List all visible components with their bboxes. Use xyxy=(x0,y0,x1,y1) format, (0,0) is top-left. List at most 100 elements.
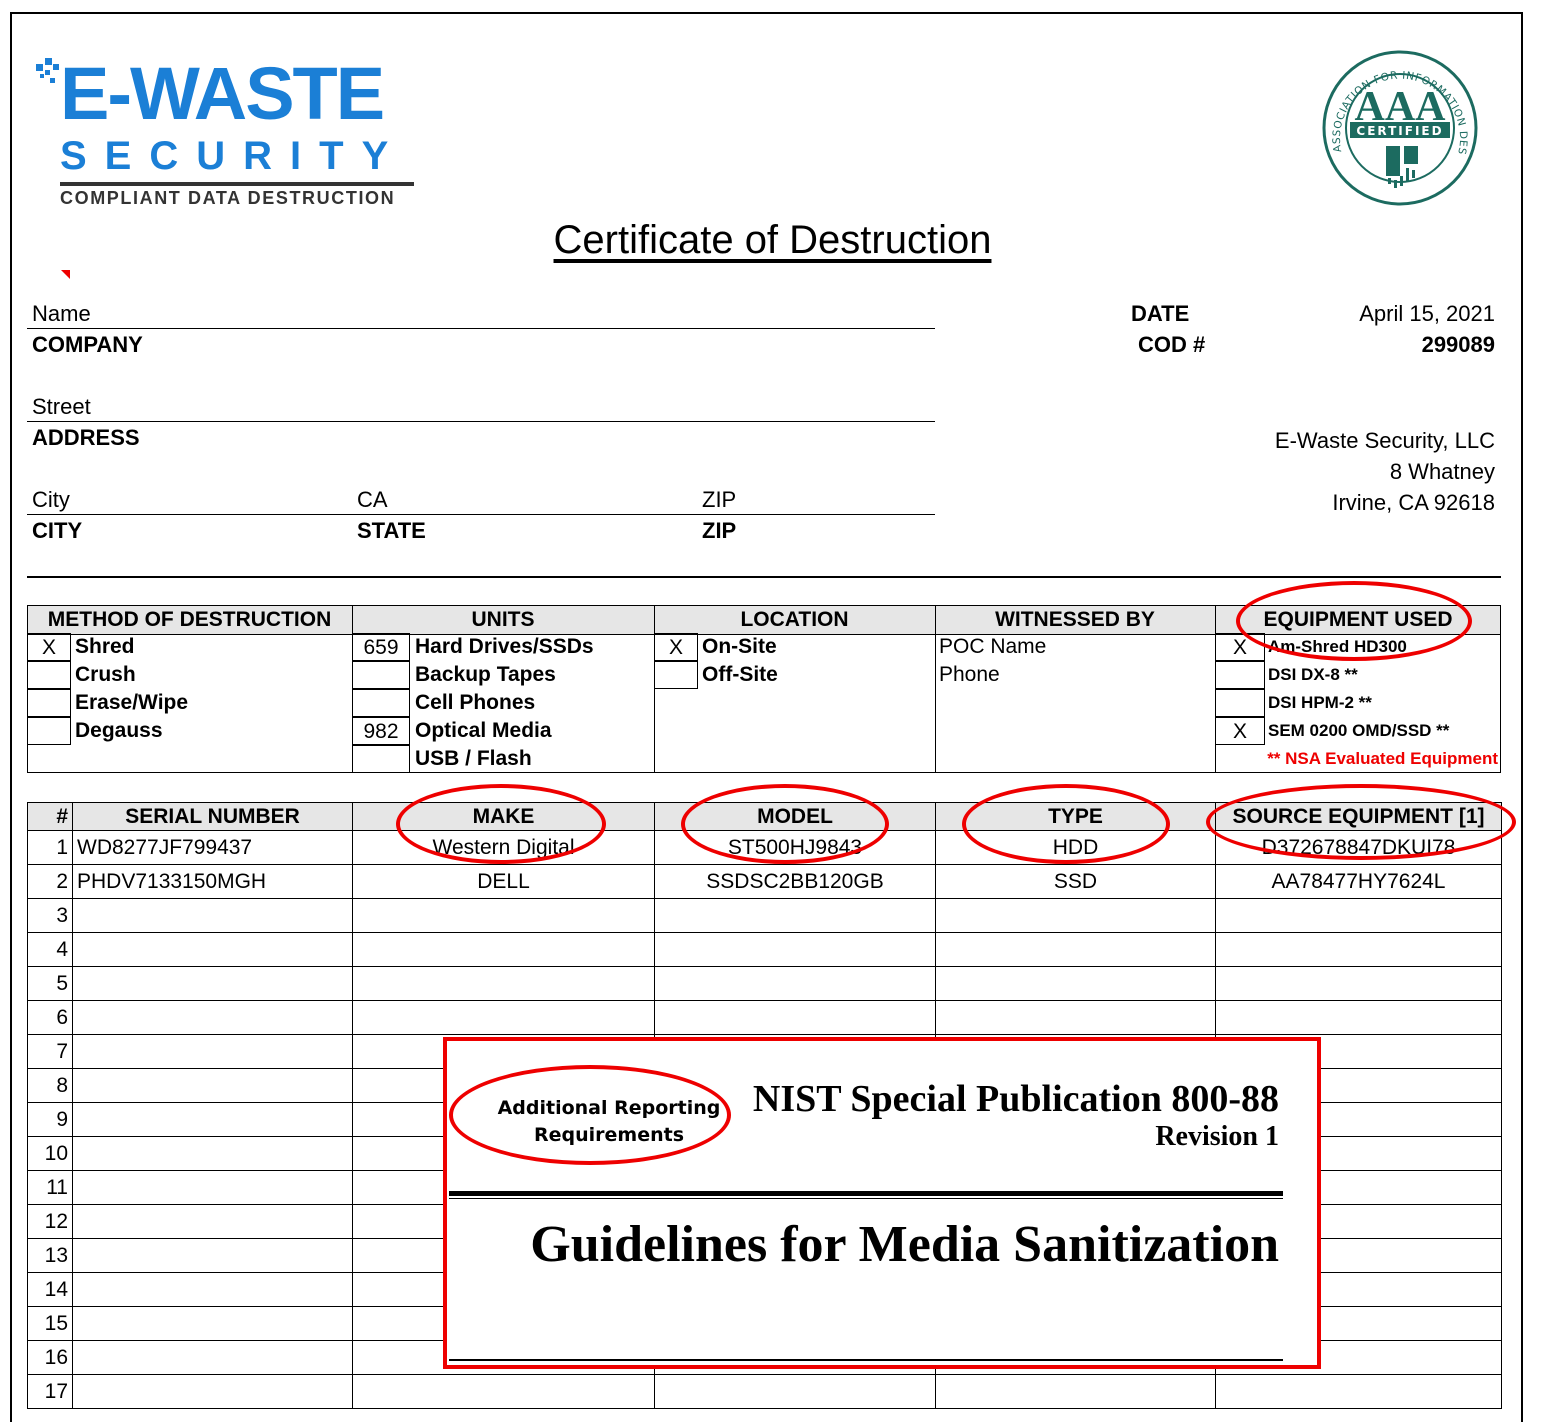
source-equipment-cell xyxy=(1215,1374,1502,1409)
equipment-label: SEM 0200 OMD/SSD ** xyxy=(1268,721,1450,740)
device-header-serial-number: SERIAL NUMBER xyxy=(72,802,353,831)
method-shred-label: Shred xyxy=(75,635,135,658)
model-cell xyxy=(654,966,936,1001)
state-label: CA xyxy=(357,487,388,512)
method-crush-checkbox xyxy=(27,661,71,689)
name-label: Name xyxy=(32,301,91,326)
equipment-checkbox xyxy=(1215,689,1265,717)
state-value: STATE xyxy=(357,518,426,543)
units-label: Hard Drives/SSDs xyxy=(415,635,594,658)
annotation-ellipse-model xyxy=(681,784,889,864)
units-label: Cell Phones xyxy=(415,691,536,714)
model-cell xyxy=(654,1000,936,1035)
nist-guidelines-title: Guidelines for Media Sanitization xyxy=(530,1216,1279,1273)
nist-pub-title: NIST Special Publication 800-88 xyxy=(752,1078,1279,1120)
header-witnessed-by: WITNESSED BY xyxy=(995,608,1155,631)
units-qty: 659 xyxy=(352,633,410,661)
date-value: April 15, 2021 xyxy=(1359,301,1495,326)
source-equipment-cell xyxy=(1215,932,1502,967)
logo-tagline: COMPLIANT DATA DESTRUCTION xyxy=(60,188,396,208)
units-label: USB / Flash xyxy=(415,747,532,770)
serial-number-cell xyxy=(72,898,353,933)
annotation-ellipse-reporting xyxy=(449,1065,731,1165)
serial-number-cell xyxy=(72,1204,353,1239)
annotation-ellipse-type xyxy=(962,784,1170,864)
location-off-site-checkbox xyxy=(654,661,698,689)
table-row: 6 xyxy=(27,1000,1502,1035)
method-degauss-checkbox xyxy=(27,717,71,745)
serial-number-cell: WD8277JF799437 xyxy=(72,830,353,865)
serial-number-cell xyxy=(72,1340,353,1375)
row-index-cell: 8 xyxy=(27,1068,73,1103)
method-degauss-label: Degauss xyxy=(75,719,163,742)
serial-number-cell xyxy=(72,1034,353,1069)
type-cell xyxy=(935,1000,1216,1035)
serial-number-cell xyxy=(72,932,353,967)
row-index-cell: 7 xyxy=(27,1034,73,1069)
row-index-cell: 14 xyxy=(27,1272,73,1307)
model-cell: SSDSC2BB120GB xyxy=(654,864,936,899)
company-label: COMPANY xyxy=(32,332,143,357)
equipment-checkbox xyxy=(1215,661,1265,689)
header-method-of-destruction: METHOD OF DESTRUCTION xyxy=(47,608,332,631)
logo-line2: SECURITY xyxy=(60,134,407,178)
location-on-site-checkbox: X xyxy=(654,633,698,661)
annotation-ellipse-equipment xyxy=(1236,581,1472,661)
type-cell: SSD xyxy=(935,864,1216,899)
serial-number-cell: PHDV7133150MGH xyxy=(72,864,353,899)
comment-marker xyxy=(61,270,70,279)
make-cell xyxy=(352,898,655,933)
units-qty xyxy=(352,661,410,689)
serial-number-cell xyxy=(72,1102,353,1137)
row-index-cell: 4 xyxy=(27,932,73,967)
nist-revision: Revision 1 xyxy=(1155,1121,1279,1152)
table-row: 17 xyxy=(27,1374,1502,1409)
units-qty: 982 xyxy=(352,717,410,745)
serial-number-cell xyxy=(72,1136,353,1171)
row-index-cell: 11 xyxy=(27,1170,73,1205)
units-label: Backup Tapes xyxy=(415,663,556,686)
address-label: ADDRESS xyxy=(32,425,140,450)
row-index-cell: 16 xyxy=(27,1340,73,1375)
method-erase-wipe-checkbox xyxy=(27,689,71,717)
row-index-cell: 15 xyxy=(27,1306,73,1341)
cod-value: 299089 xyxy=(1421,332,1495,357)
make-cell xyxy=(352,932,655,967)
serial-number-cell xyxy=(72,1068,353,1103)
serial-number-cell xyxy=(72,1306,353,1341)
type-cell xyxy=(935,898,1216,933)
row-index-cell: 13 xyxy=(27,1238,73,1273)
type-cell xyxy=(935,932,1216,967)
serial-number-cell xyxy=(72,1000,353,1035)
device-header-index: # xyxy=(27,802,73,831)
header-location: LOCATION xyxy=(740,608,849,631)
table-row: 2 PHDV7133150MGH DELL SSDSC2BB120GB SSD AA784… xyxy=(27,864,1502,899)
serial-number-cell xyxy=(72,1238,353,1273)
table-row: 4 xyxy=(27,932,1502,967)
units-qty xyxy=(352,689,410,717)
equipment-label: DSI DX-8 ** xyxy=(1268,665,1358,684)
method-erase-wipe-label: Erase/Wipe xyxy=(75,691,189,714)
method-crush-label: Crush xyxy=(75,663,136,686)
source-equipment-cell: AA78477HY7624L xyxy=(1215,864,1502,899)
row-index-cell: 10 xyxy=(27,1136,73,1171)
row-index-cell: 5 xyxy=(27,966,73,1001)
equipment-label: DSI HPM-2 ** xyxy=(1268,693,1372,712)
location-off-site-label: Off-Site xyxy=(702,663,778,686)
city-label: City xyxy=(32,487,70,512)
serial-number-cell xyxy=(72,1272,353,1307)
vendor-street: 8 Whatney xyxy=(1389,459,1495,484)
make-cell xyxy=(352,1374,655,1409)
row-index-cell: 12 xyxy=(27,1204,73,1239)
model-cell xyxy=(654,932,936,967)
type-cell xyxy=(935,1374,1216,1409)
vendor-address: E-Waste Security, LLC 8 Whatney Irvine, … xyxy=(1275,425,1495,518)
seal-band: CERTIFIED xyxy=(1356,124,1443,138)
units-qty xyxy=(352,745,410,773)
document-title: Certificate of Destruction xyxy=(553,218,992,262)
city-value: CITY xyxy=(32,518,83,543)
vendor-name: E-Waste Security, LLC xyxy=(1274,428,1495,453)
equipment-checkbox: X xyxy=(1215,717,1265,745)
source-equipment-cell xyxy=(1215,1000,1502,1035)
row-index-cell: 9 xyxy=(27,1102,73,1137)
